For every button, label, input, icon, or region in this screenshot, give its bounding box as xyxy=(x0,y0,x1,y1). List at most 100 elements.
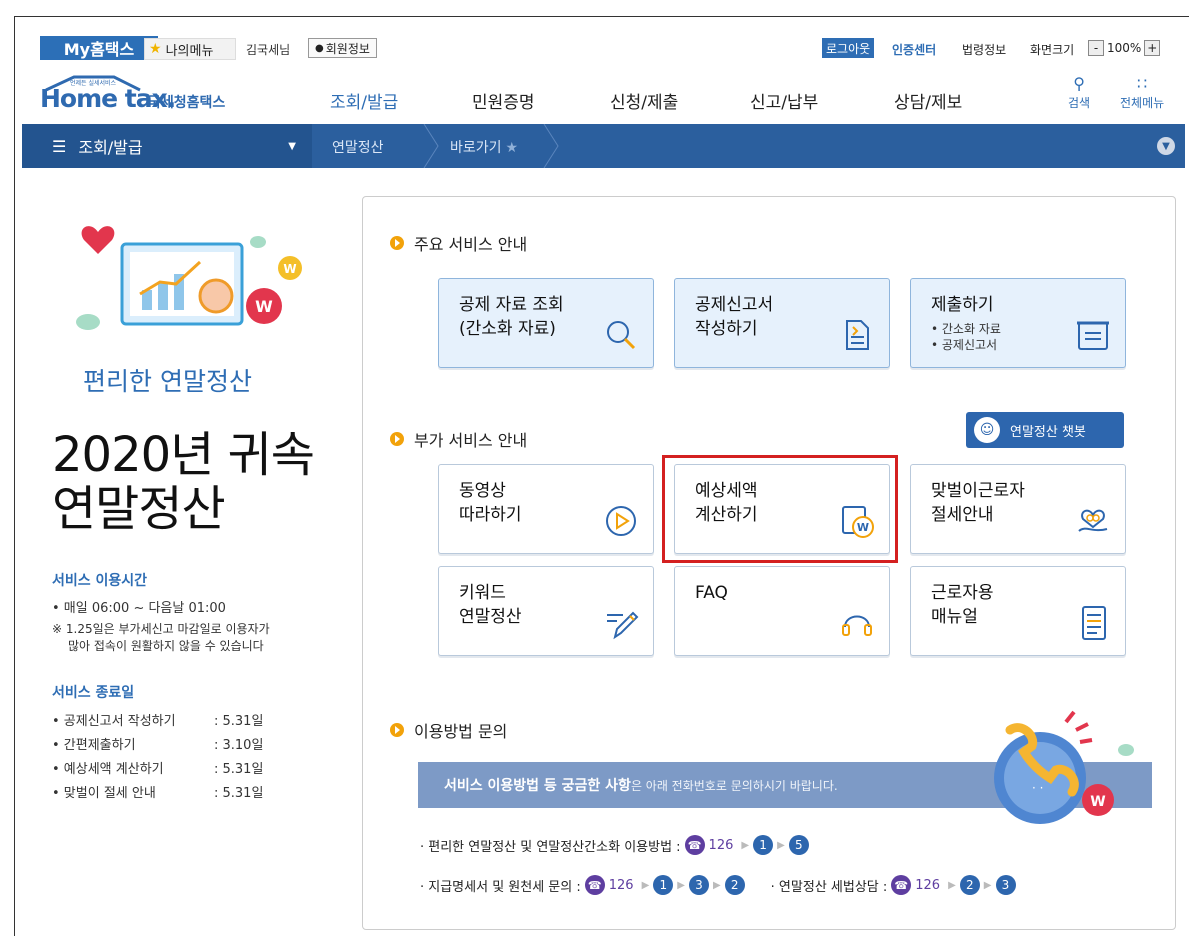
hero-subtitle: 편리한 연말정산 xyxy=(83,367,252,396)
end-item-date: : 5.31일 xyxy=(214,786,264,801)
main-services-title: 주요 서비스 안내 xyxy=(414,235,528,254)
keyword-settlement-button[interactable]: 키워드 연말정산 xyxy=(438,566,654,656)
my-menu-button[interactable]: ★ 나의메뉴 xyxy=(144,38,236,60)
deduction-data-inquiry-button[interactable]: 공제 자료 조회 (간소화 자료) xyxy=(438,278,654,368)
service-label-line2: 절세안내 xyxy=(931,505,994,525)
breadcrumb-separator-icon xyxy=(543,124,559,168)
phone-guide-label: · 편리한 연말정산 및 연말정산간소화 이용방법 : xyxy=(420,839,681,855)
play-icon xyxy=(606,506,636,536)
document-icon xyxy=(846,320,869,350)
breadcrumb-current[interactable]: 연말정산 xyxy=(332,137,384,157)
end-item-label: • 공제신고서 작성하기 xyxy=(52,714,176,729)
menu-step-number: 3 xyxy=(688,875,709,895)
banner-bold-text: 서비스 이용방법 등 궁금한 사항 xyxy=(444,778,631,794)
submit-bullet: • 공제신고서 xyxy=(931,338,998,352)
service-label: 근로자용 매뉴얼 xyxy=(931,581,994,629)
worker-manual-button[interactable]: 근로자용 매뉴얼 xyxy=(910,566,1126,656)
phone-number: 126 xyxy=(915,877,941,893)
nav-item-filing[interactable]: 신고/납부 xyxy=(750,88,818,113)
service-label: 공제신고서 작성하기 xyxy=(695,293,773,341)
headset-icon xyxy=(842,615,872,636)
arrow-right-icon: ▶ xyxy=(741,839,750,851)
zoom-in-button[interactable]: + xyxy=(1144,40,1161,56)
service-label: 제출하기 xyxy=(931,295,994,315)
search-icon: ⚲ xyxy=(1073,74,1085,93)
search-button[interactable]: ⚲ 검색 xyxy=(1068,74,1090,111)
end-item-label: • 예상세액 계산하기 xyxy=(52,762,164,777)
service-label: 맞벌이근로자 절세안내 xyxy=(931,479,1025,527)
my-hometax-button[interactable]: My홈택스 xyxy=(40,36,158,60)
menu-step-number: 2 xyxy=(724,875,745,895)
phone-icon: ☎ xyxy=(891,875,912,895)
service-label-line1: 근로자용 xyxy=(931,583,994,603)
arrow-right-icon: ▶ xyxy=(777,839,785,851)
shortcut-label: 바로가기 xyxy=(450,140,502,156)
menu-step-number: 5 xyxy=(788,835,809,855)
menu-step-number: 2 xyxy=(959,875,980,895)
manual-document-icon xyxy=(1082,606,1106,640)
zoom-value: 100% xyxy=(1107,41,1142,55)
nav-item-consult[interactable]: 상담/제보 xyxy=(894,88,962,113)
service-label: 동영상 따라하기 xyxy=(459,479,522,527)
page-title-line1: 2020년 귀속 xyxy=(52,427,315,483)
caret-down-icon: ▼ xyxy=(288,140,296,152)
service-label-line1: 키워드 xyxy=(459,583,506,603)
menu-step-number: 1 xyxy=(653,875,674,895)
law-info-link[interactable]: 법령정보 xyxy=(962,41,1006,58)
star-icon: ★ xyxy=(505,140,519,156)
video-tutorial-button[interactable]: 동영상 따라하기 xyxy=(438,464,654,554)
category-menu-dropdown[interactable]: ☰ 조회/발급 ▼ xyxy=(22,124,312,168)
phone-guide-label: · 지급명세서 및 원천세 문의 : xyxy=(420,879,581,895)
end-item-label: • 맞벌이 절세 안내 xyxy=(52,786,156,801)
dual-income-tax-guide-button[interactable]: 맞벌이근로자 절세안내 xyxy=(910,464,1126,554)
search-label: 검색 xyxy=(1068,96,1091,110)
tray-document-icon xyxy=(1077,321,1109,350)
chevron-down-icon[interactable]: ▼ xyxy=(1157,137,1175,155)
logo-text-kr: 국세청홈택스 xyxy=(148,95,226,111)
cert-center-link[interactable]: 인증센터 xyxy=(892,41,936,58)
submit-bullets: • 간소화 자료 • 공제신고서 xyxy=(931,321,1001,353)
service-label-line2: 따라하기 xyxy=(459,505,522,525)
utility-bar: My홈택스 ★ 나의메뉴 김국세님 ● 회원정보 로그아웃 인증센터 법령정보 … xyxy=(22,36,1177,62)
play-bullet-icon xyxy=(390,236,404,250)
service-label-line2: 매뉴얼 xyxy=(931,607,978,627)
chatbot-button[interactable]: ☺ 연말정산 챗봇 xyxy=(966,412,1124,448)
nav-item-application[interactable]: 신청/제출 xyxy=(610,88,678,113)
service-hours-text: • 매일 06:00 ~ 다음날 01:00 xyxy=(52,601,226,616)
member-info-label: 회원정보 xyxy=(325,41,370,56)
submit-bullet: • 간소화 자료 xyxy=(931,322,1001,336)
service-label: FAQ xyxy=(695,581,728,605)
submit-button[interactable]: 제출하기 • 간소화 자료 • 공제신고서 xyxy=(910,278,1126,368)
magnifier-icon xyxy=(607,321,636,350)
logout-button[interactable]: 로그아웃 xyxy=(822,38,875,58)
pencil-icon xyxy=(607,611,639,640)
hometax-logo[interactable]: 언제든 실세서비스 Home tax. 국세청홈택스 xyxy=(40,70,260,114)
deduction-form-write-button[interactable]: 공제신고서 작성하기 xyxy=(674,278,890,368)
all-menu-label: 전체메뉴 xyxy=(1120,96,1165,110)
nav-item-certificate[interactable]: 민원증명 xyxy=(472,88,535,113)
menu-step-number: 3 xyxy=(995,875,1016,895)
svg-text:· ·: · · xyxy=(1032,781,1043,795)
arrow-right-icon: ▶ xyxy=(948,879,956,891)
my-menu-label: 나의메뉴 xyxy=(165,43,214,59)
zoom-out-button[interactable]: - xyxy=(1088,40,1104,56)
zoom-control: - 100% + xyxy=(1088,38,1161,58)
chatbot-label: 연말정산 챗봇 xyxy=(1010,424,1086,440)
year-end-settlement-illustration: W W xyxy=(76,226,302,330)
shortcut-link[interactable]: 바로가기 ★ xyxy=(450,137,518,157)
highlight-box xyxy=(662,455,898,563)
svg-text:W: W xyxy=(283,262,296,276)
grid-icon: ∷ xyxy=(1136,74,1148,93)
service-label-line2: (간소화 자료) xyxy=(459,319,556,339)
service-label-line1: 공제신고서 xyxy=(695,295,774,315)
page-title-line2: 연말정산 xyxy=(52,481,226,537)
service-end-heading: 서비스 종료일 xyxy=(52,685,135,701)
nav-item-inquiry[interactable]: 조회/발급 xyxy=(330,88,398,113)
arrow-right-icon: ▶ xyxy=(983,879,992,891)
phone-icon: ☎ xyxy=(584,875,605,895)
member-info-button[interactable]: ● 회원정보 xyxy=(308,38,377,58)
breadcrumb-separator-icon xyxy=(423,124,439,168)
faq-button[interactable]: FAQ xyxy=(674,566,890,656)
all-menu-button[interactable]: ∷ 전체메뉴 xyxy=(1120,74,1164,111)
play-bullet-icon xyxy=(390,723,404,737)
